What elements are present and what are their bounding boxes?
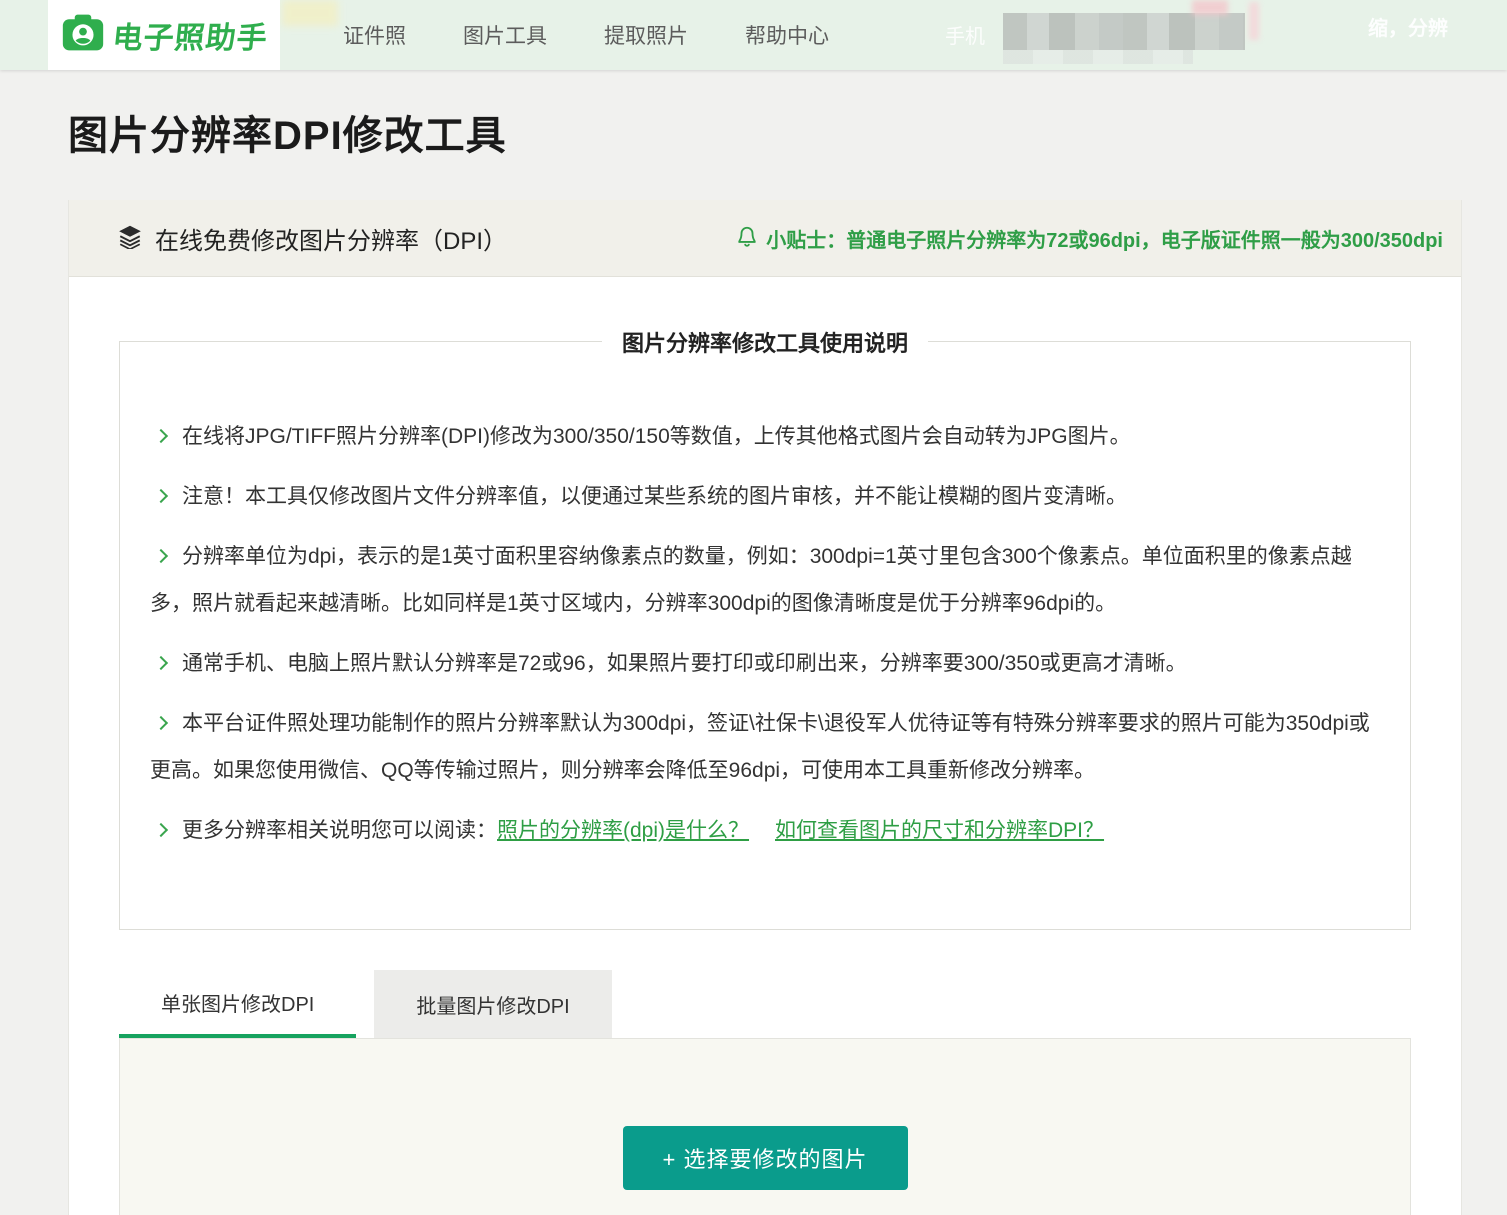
nav-item-image-tools[interactable]: 图片工具 <box>463 20 547 50</box>
chevron-right-icon <box>154 823 168 837</box>
tip-label: 小贴士： <box>766 230 846 252</box>
link-what-is-dpi[interactable]: 照片的分辨率(dpi)是什么？ <box>497 819 749 842</box>
logo[interactable]: 电子照助手 <box>48 0 280 70</box>
layers-icon <box>117 223 143 254</box>
instructions-box: 图片分辨率修改工具使用说明 在线将JPG/TIFF照片分辨率(DPI)修改为30… <box>119 341 1411 930</box>
card-header: 在线免费修改图片分辨率（DPI） 小贴士：普通电子照片分辨率为72或96dpi，… <box>69 200 1461 277</box>
tab-single-image-dpi[interactable]: 单张图片修改DPI <box>119 970 356 1038</box>
upload-panel: + 选择要修改的图片 <box>119 1038 1411 1215</box>
top-header: 电子照助手 证件照 图片工具 提取照片 帮助中心 手机 缩，分辨 <box>0 0 1507 70</box>
watermark-text: 缩，分辨 <box>1368 12 1448 41</box>
tool-card: 在线免费修改图片分辨率（DPI） 小贴士：普通电子照片分辨率为72或96dpi，… <box>68 200 1462 1215</box>
camera-logo-icon <box>61 11 105 60</box>
instruction-item: 分辨率单位为dpi，表示的是1英寸面积里容纳像素点的数量，例如：300dpi=1… <box>150 533 1382 627</box>
main-nav: 证件照 图片工具 提取照片 帮助中心 <box>343 0 829 70</box>
phone-label: 手机 <box>945 20 985 49</box>
instruction-item: 本平台证件照处理功能制作的照片分辨率默认为300dpi，签证\社保卡\退役军人优… <box>150 700 1382 794</box>
nav-item-help-center[interactable]: 帮助中心 <box>745 20 829 50</box>
chevron-right-icon <box>154 429 168 443</box>
nav-item-id-photo[interactable]: 证件照 <box>343 20 406 50</box>
watermark-blur <box>282 0 338 26</box>
section-title: 在线免费修改图片分辨率（DPI） <box>155 221 507 256</box>
page-content: 图片分辨率DPI修改工具 在线免费修改图片分辨率（DPI） <box>68 70 1462 1215</box>
instruction-item: 更多分辨率相关说明您可以阅读：照片的分辨率(dpi)是什么？如何查看图片的尺寸和… <box>150 807 1382 854</box>
chevron-right-icon <box>154 549 168 563</box>
tab-batch-image-dpi[interactable]: 批量图片修改DPI <box>374 970 611 1038</box>
phone-number-redacted-shadow <box>1003 50 1193 64</box>
chevron-right-icon <box>154 656 168 670</box>
card-body: 图片分辨率修改工具使用说明 在线将JPG/TIFF照片分辨率(DPI)修改为30… <box>69 277 1461 1215</box>
link-how-to-check-dpi[interactable]: 如何查看图片的尺寸和分辨率DPI？ <box>775 819 1104 842</box>
chevron-right-icon <box>154 489 168 503</box>
instructions-title: 图片分辨率修改工具使用说明 <box>602 326 928 358</box>
select-image-button[interactable]: + 选择要修改的图片 <box>623 1126 908 1190</box>
instruction-item: 在线将JPG/TIFF照片分辨率(DPI)修改为300/350/150等数值，上… <box>150 413 1382 460</box>
phone-number-redacted <box>1003 13 1245 50</box>
page-title: 图片分辨率DPI修改工具 <box>68 70 1462 161</box>
logo-text: 电子照助手 <box>110 13 270 57</box>
tip-banner: 小贴士：普通电子照片分辨率为72或96dpi，电子版证件照一般为300/350d… <box>736 224 1443 253</box>
nav-item-extract-photo[interactable]: 提取照片 <box>604 20 688 50</box>
instruction-item: 通常手机、电脑上照片默认分辨率是72或96，如果照片要打印或印刷出来，分辨率要3… <box>150 640 1382 687</box>
bell-icon <box>736 224 758 253</box>
chevron-right-icon <box>154 716 168 730</box>
instruction-item: 注意！本工具仅修改图片文件分辨率值，以便通过某些系统的图片审核，并不能让模糊的图… <box>150 473 1382 520</box>
blur-artifact <box>1192 0 1228 15</box>
blur-artifact <box>1249 2 1259 40</box>
tip-text: 普通电子照片分辨率为72或96dpi，电子版证件照一般为300/350dpi <box>846 230 1443 252</box>
tab-bar: 单张图片修改DPI 批量图片修改DPI <box>119 970 1411 1038</box>
